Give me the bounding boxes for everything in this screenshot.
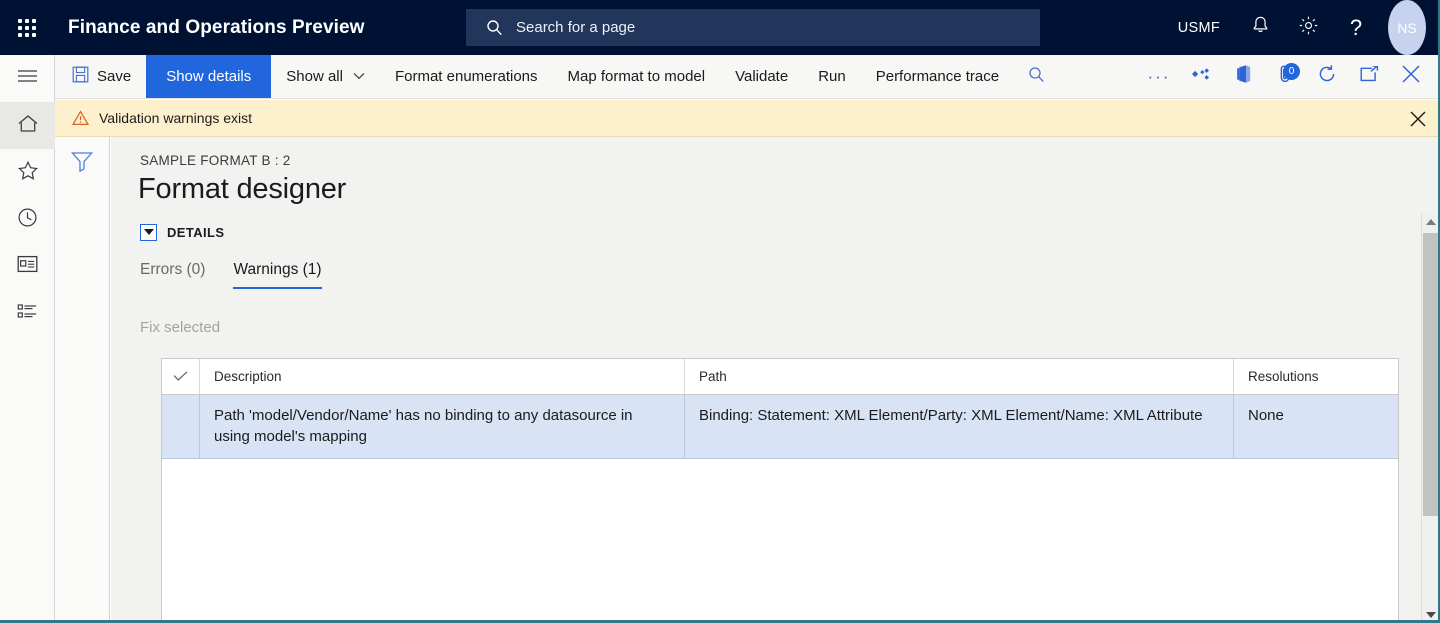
- tab-errors[interactable]: Errors (0): [140, 261, 205, 289]
- dismiss-validation-bar-button[interactable]: [1408, 100, 1428, 137]
- tab-warnings[interactable]: Warnings (1): [233, 261, 322, 289]
- collapse-triangle-icon: [140, 224, 157, 241]
- ellipsis-icon: ···: [1147, 66, 1171, 86]
- validate-label: Validate: [735, 68, 789, 85]
- filter-funnel-icon: [70, 150, 94, 177]
- vertical-scrollbar[interactable]: [1421, 213, 1438, 620]
- validation-message-text: Validation warnings exist: [99, 110, 253, 126]
- star-icon: [17, 160, 39, 186]
- filter-button[interactable]: [65, 150, 99, 180]
- open-in-office-icon: [1234, 64, 1253, 89]
- cell-description: Path 'model/Vendor/Name' has no binding …: [200, 395, 685, 459]
- close-icon: [1410, 111, 1426, 126]
- command-bar-search-button[interactable]: [1014, 55, 1059, 98]
- save-button[interactable]: Save: [55, 55, 146, 98]
- hamburger-icon: [17, 69, 38, 88]
- top-navigation-bar: Finance and Operations Preview Search fo…: [0, 0, 1438, 55]
- sidebar-item-modules[interactable]: [0, 290, 55, 337]
- sidebar-item-hamburger-menu[interactable]: [0, 55, 55, 102]
- save-label: Save: [97, 68, 132, 85]
- open-in-new-window-icon: [1359, 64, 1379, 88]
- breadcrumb: SAMPLE FORMAT B : 2: [140, 153, 291, 168]
- refresh-button[interactable]: [1306, 55, 1348, 99]
- page-title: Format designer: [138, 173, 347, 205]
- notifications-button[interactable]: [1236, 0, 1284, 55]
- format-enumerations-button[interactable]: Format enumerations: [380, 55, 553, 98]
- checkmark-icon: [173, 371, 188, 381]
- chevron-down-icon: [353, 71, 365, 83]
- column-header-select-all[interactable]: [162, 359, 200, 394]
- scroll-up-button[interactable]: [1422, 213, 1438, 230]
- company-selector[interactable]: USMF: [1162, 0, 1236, 55]
- table-row[interactable]: Path 'model/Vendor/Name' has no binding …: [162, 395, 1398, 460]
- global-search-input[interactable]: Search for a page: [466, 9, 1040, 46]
- close-icon: [1400, 63, 1422, 90]
- run-button[interactable]: Run: [803, 55, 861, 98]
- row-select-checkbox[interactable]: [162, 395, 200, 459]
- open-in-new-window-button[interactable]: [1348, 55, 1390, 99]
- scrollbar-thumb[interactable]: [1423, 233, 1438, 516]
- modules-list-icon: [17, 303, 38, 325]
- top-bar-actions: USMF ? NS: [1162, 0, 1426, 55]
- sidebar-item-workspaces[interactable]: [0, 243, 55, 290]
- performance-trace-button[interactable]: Performance trace: [861, 55, 1014, 98]
- clock-icon: [17, 207, 38, 233]
- share-button[interactable]: [1180, 55, 1222, 99]
- navigation-rail: [0, 55, 55, 620]
- validation-message-bar: Validation warnings exist: [55, 100, 1438, 137]
- sidebar-item-home[interactable]: [0, 102, 55, 149]
- close-page-button[interactable]: [1390, 55, 1432, 99]
- details-section-toggle[interactable]: DETAILS: [140, 224, 224, 241]
- cell-resolutions: None: [1248, 407, 1284, 424]
- refresh-icon: [1317, 64, 1337, 89]
- sidebar-item-recent[interactable]: [0, 196, 55, 243]
- app-title: Finance and Operations Preview: [68, 16, 365, 38]
- performance-trace-label: Performance trace: [875, 68, 1000, 85]
- help-button[interactable]: ?: [1332, 0, 1380, 55]
- page-content: SAMPLE FORMAT B : 2 Format designer DETA…: [111, 137, 1438, 620]
- save-disk-icon: [72, 66, 89, 87]
- settings-button[interactable]: [1284, 0, 1332, 55]
- validation-tabs: Errors (0) Warnings (1): [140, 261, 1438, 289]
- filter-pane: [55, 137, 110, 620]
- map-format-to-model-label: Map format to model: [567, 68, 706, 85]
- command-bar: Save Show details Show all Format enumer…: [55, 55, 1438, 99]
- show-details-button[interactable]: Show details: [146, 55, 272, 98]
- gear-icon: [1298, 15, 1319, 41]
- details-section-label: DETAILS: [167, 225, 225, 240]
- map-format-to-model-button[interactable]: Map format to model: [553, 55, 721, 98]
- attachments-count-badge: 0: [1283, 62, 1300, 80]
- warning-triangle-icon: [72, 110, 89, 126]
- show-all-label: Show all: [286, 68, 343, 85]
- overflow-menu-button[interactable]: ···: [1138, 55, 1180, 99]
- sidebar-item-favorites[interactable]: [0, 149, 55, 196]
- command-bar-right-actions: ··· 0: [1138, 55, 1438, 99]
- warnings-grid: Description Path Resolutions Path 'model…: [161, 358, 1399, 620]
- column-header-description[interactable]: Description: [200, 359, 685, 394]
- search-icon: [486, 19, 503, 36]
- application-window: Finance and Operations Preview Search fo…: [0, 0, 1440, 623]
- column-header-resolutions[interactable]: Resolutions: [1234, 359, 1398, 394]
- scroll-down-button[interactable]: [1422, 606, 1438, 620]
- app-launcher-button[interactable]: [0, 0, 54, 55]
- waffle-grid-icon: [18, 18, 36, 37]
- grid-header-row: Description Path Resolutions: [162, 359, 1398, 395]
- cell-path: Binding: Statement: XML Element/Party: X…: [685, 395, 1234, 459]
- attachments-button[interactable]: 0: [1264, 55, 1306, 99]
- bell-icon: [1251, 15, 1270, 40]
- fix-selected-button[interactable]: Fix selected: [140, 319, 220, 336]
- home-icon: [17, 113, 39, 139]
- format-enumerations-label: Format enumerations: [394, 68, 538, 85]
- column-header-path[interactable]: Path: [685, 359, 1234, 394]
- show-all-dropdown[interactable]: Show all: [271, 55, 380, 98]
- avatar[interactable]: NS: [1388, 0, 1426, 55]
- run-label: Run: [818, 68, 846, 85]
- search-icon: [1028, 66, 1045, 88]
- global-search-placeholder: Search for a page: [516, 19, 636, 36]
- open-in-office-button[interactable]: [1222, 55, 1264, 99]
- validate-button[interactable]: Validate: [720, 55, 803, 98]
- share-icon: [1191, 66, 1211, 87]
- show-details-label: Show details: [166, 68, 252, 85]
- workspaces-icon: [17, 255, 38, 278]
